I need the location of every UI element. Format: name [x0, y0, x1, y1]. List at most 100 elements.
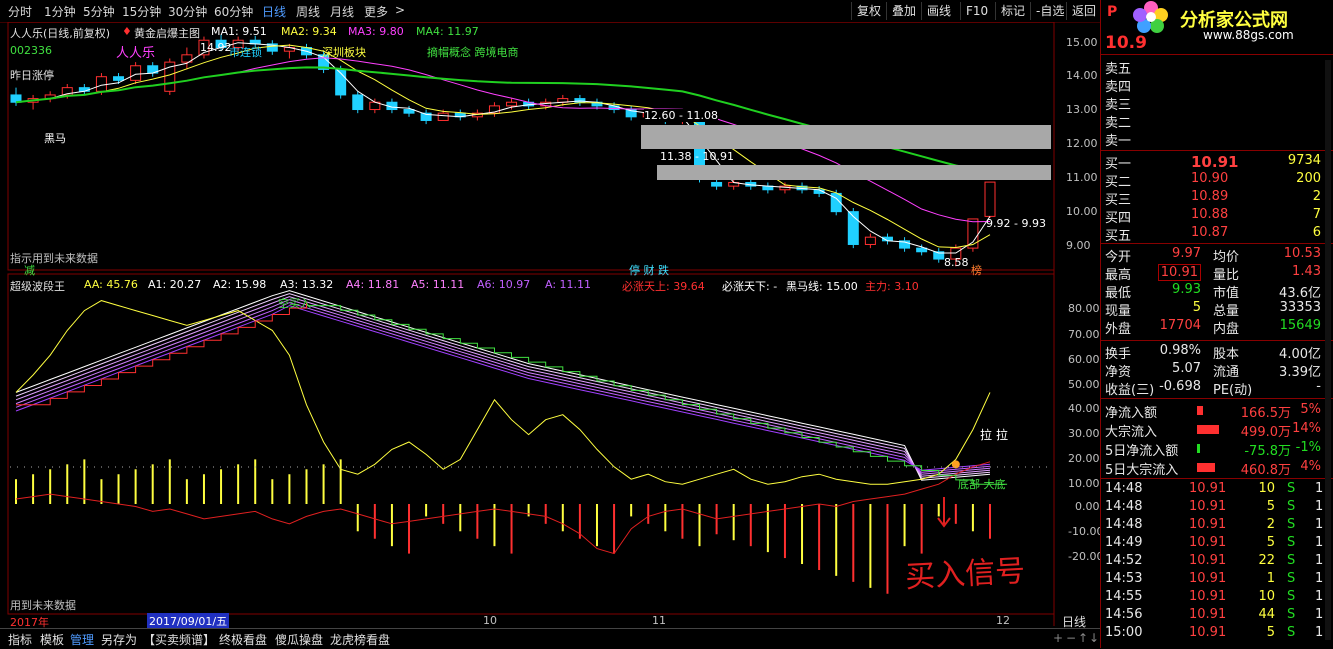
- more-arrow-icon[interactable]: >: [395, 3, 405, 17]
- money-flow-row[interactable]: 5日大宗流入 460.8万 4%: [1105, 459, 1327, 478]
- finance-row[interactable]: 收益(三) -0.698 PE(动) -: [1105, 379, 1327, 398]
- buy-level-row[interactable]: 买三 10.89 2: [1105, 189, 1327, 208]
- tick-row[interactable]: 14:48 10.91 10 S 1: [1105, 481, 1327, 499]
- back-button[interactable]: 返回: [1066, 2, 1101, 20]
- ma1-value: MA1: 9.51: [211, 25, 267, 38]
- tick-time: 14:56: [1105, 607, 1143, 622]
- tick-count: 1: [1315, 625, 1324, 640]
- tick-count: 1: [1315, 535, 1324, 550]
- tick-count: 1: [1315, 607, 1324, 622]
- fuquan-button[interactable]: 复权: [851, 2, 886, 20]
- tab-spectrum[interactable]: 【买卖频谱】: [143, 631, 215, 648]
- sub-tick: 40.00: [1068, 402, 1100, 415]
- period-30min[interactable]: 30分钟: [168, 3, 207, 20]
- zoom-in-icon[interactable]: +: [1053, 631, 1063, 645]
- period-5min[interactable]: 5分钟: [83, 3, 115, 20]
- tick-row[interactable]: 14:56 10.91 44 S 1: [1105, 607, 1327, 625]
- money-flow-row[interactable]: 净流入额 166.5万 5%: [1105, 402, 1327, 421]
- tick-row[interactable]: 14:55 10.91 10 S 1: [1105, 589, 1327, 607]
- tab-manage[interactable]: 管理: [70, 631, 94, 648]
- quote-stat-row[interactable]: 今开 9.97 均价 10.53: [1105, 246, 1327, 265]
- sell-level-row[interactable]: 卖四: [1105, 76, 1327, 95]
- quote-stat-row[interactable]: 现量 5 总量 33353: [1105, 300, 1327, 319]
- remove-favorite-button[interactable]: -自选: [1030, 2, 1069, 20]
- overlay-button[interactable]: 叠加: [886, 2, 921, 20]
- tick-volume: 44: [1258, 607, 1275, 622]
- stat-label: 市值: [1213, 286, 1240, 301]
- flow-label: 5日大宗流入: [1105, 463, 1179, 478]
- sub-tick: 50.00: [1068, 378, 1100, 391]
- tick-row[interactable]: 14:52 10.91 22 S 1: [1105, 553, 1327, 571]
- stat-value: 43.6亿: [1279, 286, 1321, 301]
- tick-price: 10.91: [1189, 517, 1227, 532]
- mark-button[interactable]: 标记: [995, 2, 1030, 20]
- f10-button[interactable]: F10: [960, 2, 993, 20]
- tab-simple-trade[interactable]: 傻瓜操盘: [275, 631, 323, 648]
- sell-level-row[interactable]: 卖二: [1105, 112, 1327, 131]
- money-flow-row[interactable]: 5日净流入额 -75.8万 -1%: [1105, 440, 1327, 459]
- sell-level-row[interactable]: 卖一: [1105, 130, 1327, 149]
- tab-template[interactable]: 模板: [40, 631, 64, 648]
- price-tick: 11.00: [1066, 171, 1098, 184]
- buy-level-row[interactable]: 买一 10.91 9734: [1105, 153, 1327, 172]
- period-daily[interactable]: 日线: [262, 3, 286, 20]
- order-price: 10.91: [1191, 153, 1239, 171]
- sell-level-row[interactable]: 卖三: [1105, 94, 1327, 113]
- period-60min[interactable]: 60分钟: [214, 3, 253, 20]
- tick-price: 10.91: [1189, 535, 1227, 550]
- panel-scrollbar[interactable]: [1325, 60, 1331, 640]
- tick-volume: 5: [1266, 535, 1275, 550]
- period-weekly[interactable]: 周线: [296, 3, 320, 20]
- buy-level-row[interactable]: 买四 10.88 7: [1105, 207, 1327, 226]
- tag-bang: 榜: [971, 264, 982, 277]
- tab-save-as[interactable]: 另存为: [101, 631, 137, 648]
- arrow-up-icon[interactable]: ↑: [1078, 631, 1088, 645]
- finance-value: 4.00亿: [1279, 347, 1321, 362]
- buy-level-row[interactable]: 买五 10.87 6: [1105, 225, 1327, 244]
- tick-row[interactable]: 14:53 10.91 1 S 1: [1105, 571, 1327, 589]
- order-price: 10.90: [1191, 171, 1229, 186]
- tick-price: 10.91: [1189, 553, 1227, 568]
- period-fenshi[interactable]: 分时: [8, 3, 32, 20]
- tick-time: 14:52: [1105, 553, 1143, 568]
- tick-row[interactable]: 15:00 10.91 5 S 1: [1105, 625, 1327, 643]
- money-flow-row[interactable]: 大宗流入 499.0万 14%: [1105, 421, 1327, 440]
- black-horse-label: 黑马: [44, 132, 66, 145]
- tick-row[interactable]: 14:49 10.91 5 S 1: [1105, 535, 1327, 553]
- quote-stat-row[interactable]: 最高 10.91 量比 1.43: [1105, 264, 1327, 283]
- indicator-title[interactable]: 黄金启爆主图: [134, 25, 200, 41]
- period-more[interactable]: 更多: [364, 3, 388, 20]
- arrow-down-icon[interactable]: ↓: [1089, 631, 1099, 645]
- tab-indicator[interactable]: 指标: [8, 631, 32, 648]
- sub-indicator-name[interactable]: 超级波段王: [10, 278, 65, 294]
- order-volume: 6: [1312, 225, 1321, 240]
- tick-row[interactable]: 14:48 10.91 2 S 1: [1105, 517, 1327, 535]
- tab-ultimate[interactable]: 终极看盘: [219, 631, 267, 648]
- bizhang-down-value: 必涨天下: -: [722, 280, 778, 293]
- sell-level-row[interactable]: 卖五: [1105, 58, 1327, 77]
- stock-name-overlay: 人人乐: [116, 46, 156, 61]
- band-line: [15, 293, 991, 479]
- tick-row[interactable]: 14:48 10.91 5 S 1: [1105, 499, 1327, 517]
- sub-tick: -10.00: [1068, 525, 1104, 538]
- finance-label: PE(动): [1213, 383, 1253, 398]
- draw-line-button[interactable]: 画线: [921, 2, 956, 20]
- chart-canvas[interactable]: [0, 22, 1100, 626]
- quote-stat-row[interactable]: 最低 9.93 市值 43.6亿: [1105, 282, 1327, 301]
- finance-label: 净资: [1105, 365, 1132, 380]
- chart-area[interactable]: 人人乐(日线,前复权) ♦ 黄金启爆主图 MA1: 9.51 MA2: 9.34…: [0, 22, 1104, 629]
- period-1min[interactable]: 1分钟: [44, 3, 76, 20]
- period-15min[interactable]: 15分钟: [122, 3, 161, 20]
- cursor-date: 2017/09/01/五: [147, 613, 230, 629]
- buy-level-row[interactable]: 买二 10.90 200: [1105, 171, 1327, 190]
- order-price: 10.87: [1191, 225, 1229, 240]
- tab-dragon-tiger[interactable]: 龙虎榜看盘: [330, 631, 390, 648]
- candle-body: [711, 181, 723, 187]
- quote-stat-row[interactable]: 外盘 17704 内盘 15649: [1105, 318, 1327, 337]
- candle-body: [437, 112, 449, 121]
- stat-label: 内盘: [1213, 322, 1240, 337]
- zoom-out-icon[interactable]: −: [1066, 631, 1076, 645]
- finance-row[interactable]: 换手 0.98% 股本 4.00亿: [1105, 343, 1327, 362]
- period-monthly[interactable]: 月线: [330, 3, 354, 20]
- finance-row[interactable]: 净资 5.07 流通 3.39亿: [1105, 361, 1327, 380]
